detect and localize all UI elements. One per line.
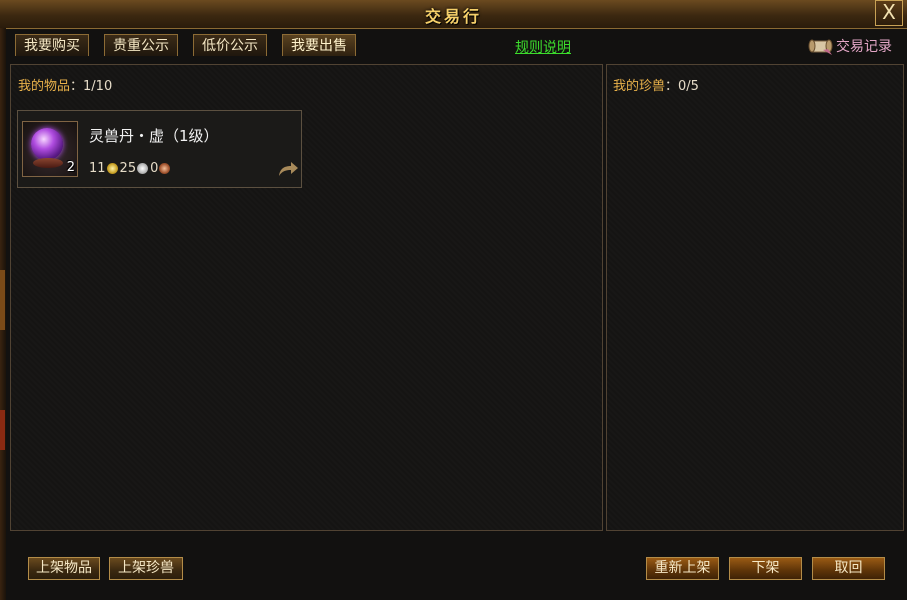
item-quantity: 2 [66,160,75,175]
silver-coin-icon [137,163,149,174]
item-price: 11 25 0 [89,161,172,176]
trading-house-window: 交易行 X 我要购买 贵重公示 低价公示 我要出售 规则说明 交易记录 我的物品… [0,0,907,600]
delist-button[interactable]: 下架 [729,557,802,580]
gold-coin-icon [106,163,118,174]
my-items-label: 我的物品 [18,79,71,94]
edge-accent [0,270,5,330]
my-items-header: 我的物品：1/10 [18,75,112,94]
tab-lowprice-notice[interactable]: 低价公示 [193,34,267,56]
list-item-button[interactable]: 上架物品 [28,557,100,580]
price-copper: 0 [150,161,159,176]
share-arrow-icon[interactable] [276,159,300,179]
my-pets-label: 我的珍兽 [613,79,666,94]
close-button[interactable]: X [875,0,903,26]
item-card[interactable]: 2 灵兽丹・虚（1级） 11 25 0 [17,110,302,188]
my-pets-count: ：0/5 [665,79,699,94]
purple-orb-icon: 2 [22,121,78,177]
scroll-icon [808,39,833,55]
tab-valuable-notice[interactable]: 贵重公示 [104,34,178,56]
copper-coin-icon [159,163,171,174]
tab-sell[interactable]: 我要出售 [282,34,356,56]
relist-button[interactable]: 重新上架 [646,557,719,580]
edge-accent [0,410,5,450]
my-pets-panel: 我的珍兽：0/5 [606,64,904,531]
tab-buy[interactable]: 我要购买 [15,34,89,56]
list-pet-button[interactable]: 上架珍兽 [109,557,183,580]
trade-history-label: 交易记录 [836,39,892,55]
retrieve-button[interactable]: 取回 [812,557,885,580]
trade-history-button[interactable]: 交易记录 [808,34,892,58]
price-gold: 11 [89,161,106,176]
item-name: 灵兽丹・虚（1级） [89,127,219,145]
title-bar: 交易行 X [0,0,907,29]
window-title: 交易行 [424,7,482,26]
my-pets-header: 我的珍兽：0/5 [613,75,699,94]
rules-link[interactable]: 规则说明 [515,37,571,57]
my-items-count: ：1/10 [70,79,113,94]
price-silver: 25 [119,161,137,176]
